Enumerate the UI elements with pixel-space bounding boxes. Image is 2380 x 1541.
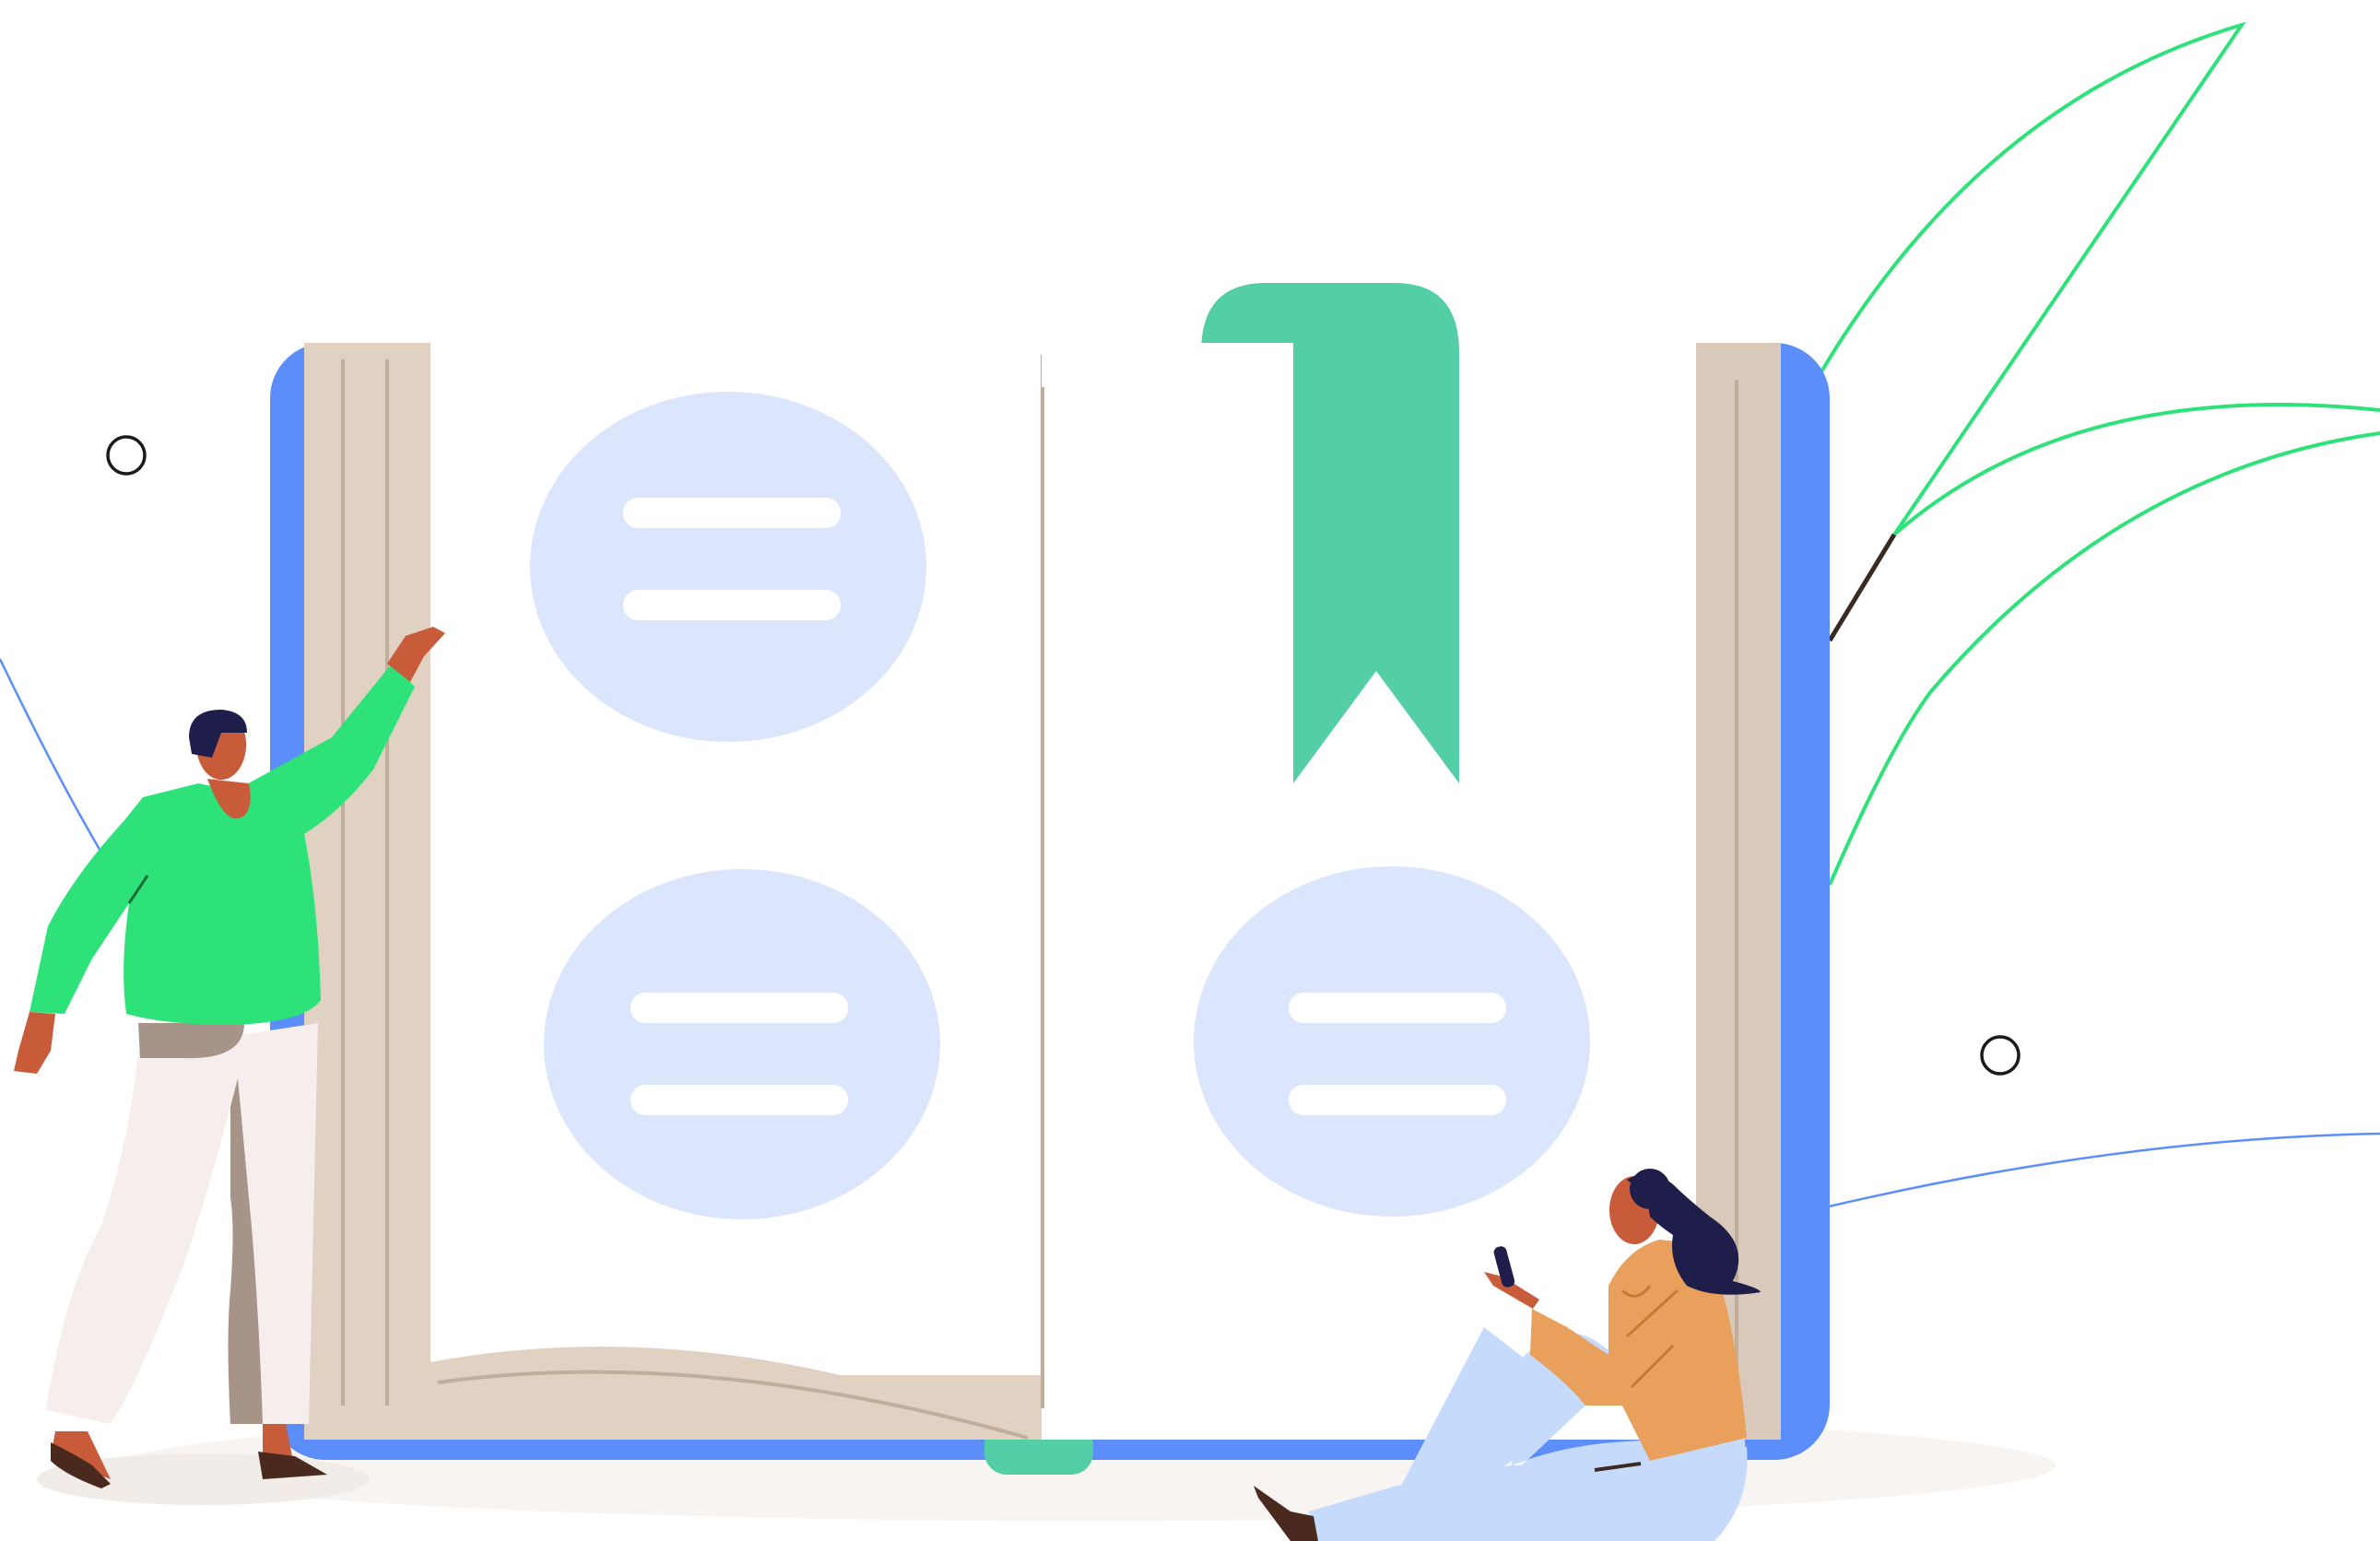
leaf-icon: [1828, 431, 2380, 886]
plant-stem: [1827, 533, 1897, 642]
reading-illustration: [0, 21, 2380, 1541]
plant-leaves: [1819, 21, 2380, 886]
right-thin-curve: [1824, 1132, 2380, 1209]
chat-bubble-icon: [530, 392, 926, 742]
left-thin-curve: [0, 658, 103, 853]
chat-bubble-icon: [1194, 866, 1590, 1217]
circle-marker-right: [1980, 1035, 2021, 1076]
page-top-fold: [1042, 343, 1293, 387]
leaf-icon: [1819, 21, 2246, 536]
illustration-scene: [0, 0, 2380, 1541]
circle-marker-left: [106, 435, 147, 476]
chat-bubble-icon: [544, 869, 940, 1219]
